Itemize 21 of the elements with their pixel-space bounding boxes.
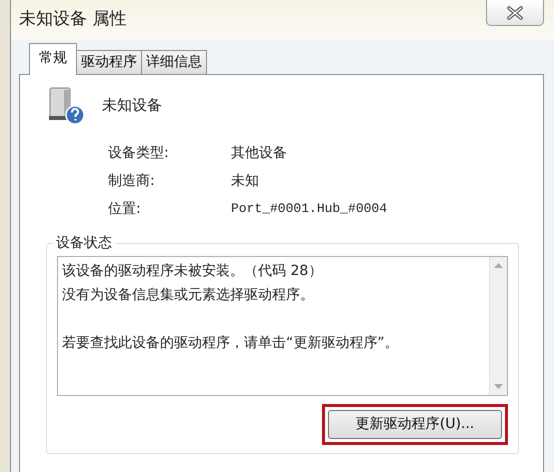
window-title: 未知设备 属性 (19, 8, 126, 32)
update-driver-button[interactable]: 更新驱动程序(U)... (328, 410, 502, 439)
property-value: Port_#0001.Hub_#0004 (231, 200, 388, 218)
property-value: 其他设备 (231, 144, 288, 163)
tab[interactable]: 常规 (29, 43, 77, 75)
property-value: 未知 (231, 172, 260, 191)
property-label: 设备类型: (108, 144, 170, 163)
property-label: 制造商: (108, 172, 156, 191)
close-icon (506, 6, 524, 20)
scrollbar[interactable] (489, 257, 507, 395)
close-button[interactable] (486, 0, 544, 26)
tab[interactable]: 驱动程序 (76, 50, 142, 74)
status-message: 没有为设备信息集或元素选择驱动程序。 (62, 286, 315, 305)
device-name: 未知设备 (102, 94, 162, 116)
scroll-up-icon[interactable] (494, 263, 503, 268)
unknown-device-icon (46, 85, 86, 125)
status-message: 若要查找此设备的驱动程序，请单击“更新驱动程序”。 (62, 334, 400, 353)
status-message: 该设备的驱动程序未被安装。（代码 28） (62, 262, 324, 281)
property-label: 位置: (108, 200, 142, 219)
scroll-down-icon[interactable] (494, 384, 503, 389)
tab[interactable]: 详细信息 (141, 50, 207, 74)
